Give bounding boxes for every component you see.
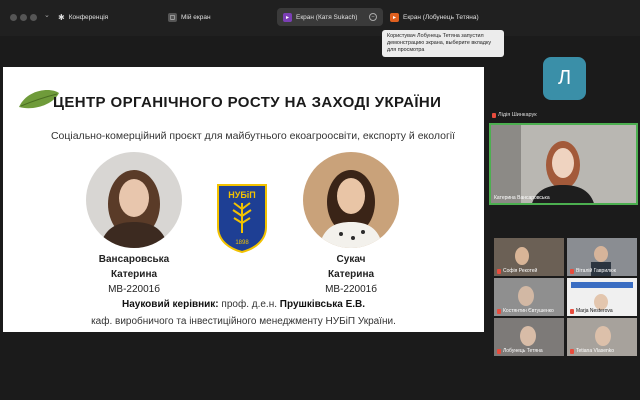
department-line: каф. виробничого та інвестиційного менед… [91,316,396,327]
participant-label: Костянтин Євтушенко [497,308,554,314]
screen-share-icon: ▸ [390,12,399,22]
logo-year: 1898 [235,240,249,246]
student-2-group: МВ-22001б [325,284,377,295]
my-screen-label: Мій екран [181,13,211,21]
student-2-surname: Сукач [336,254,366,265]
supervisor-degree: проф. д.е.н. [221,299,277,310]
conference-label: Конференція [68,13,109,21]
participant-label: Marja Nesterova [570,308,613,314]
screen-tab-lobunets[interactable]: ▸ Екран (Лобунець Тетяна) [390,8,479,26]
student-1-info: Вансаровська Катерина МВ-22001б [76,252,192,297]
window-titlebar: ⌄ ✱ Конференція ▢ Мій екран ▸ Екран (Кат… [0,0,640,36]
speaker-video-tile[interactable]: Катерина Вансаровська [489,123,638,205]
supervisor-label: Науковий керівник: [121,299,219,310]
speaker-video-image [491,125,636,203]
student-photo-1 [86,152,182,248]
my-screen-tab[interactable]: ▢ Мій екран [168,8,211,26]
participant-name: Віталій Гаврилюк [576,268,616,274]
participant-tile[interactable]: Marja Nesterova [567,278,637,316]
mic-muted-icon [497,348,501,354]
student-1-group: МВ-22001б [108,284,160,295]
mic-muted-icon [497,308,501,314]
student-2-info: Сукач Катерина МВ-22001б [293,252,409,297]
supervisor-line: Науковий керівник: проф. д.е.н. Прушківс… [3,299,484,310]
conference-tab[interactable]: ✱ Конференція [58,8,108,26]
paw-icon: ✱ [58,12,65,22]
close-tab-icon[interactable]: – [369,13,377,21]
participant-name: Marja Nesterova [576,308,613,314]
mic-muted-icon [492,112,496,118]
participant-name: Костянтин Євтушенко [503,308,554,314]
participant-tile[interactable]: Софія Рекотей [494,238,564,276]
screen-tab-sukach[interactable]: ▸ Екран (Катя Sukach) – [277,8,383,26]
tooltip-text: Користувач Лобунець Тетяна запустил демо… [387,33,492,53]
participant-tile[interactable]: Лобунець Тетяна [494,318,564,356]
nubip-logo: НУБіП 1898 [217,184,267,253]
logo-text: НУБіП [228,190,256,200]
screen-tab-lobunets-label: Екран (Лобунець Тетяна) [403,13,479,21]
participant-name: Лобунець Тетяна [503,348,543,354]
participant-name: Софія Рекотей [503,268,538,274]
screen-icon: ▢ [168,12,177,22]
student-2-name: Катерина [327,269,375,280]
participant-label: Tetiana Vlasenko [570,348,614,354]
shared-slide: ЦЕНТР ОРГАНІЧНОГО РОСТУ НА ЗАХОДІ УКРАЇН… [3,67,484,332]
slide-subtitle: Соціально-комерційний проєкт для майбутн… [50,130,456,142]
student-1-name: Катерина [110,269,158,280]
mic-muted-icon [497,268,501,274]
mic-muted-icon [570,308,574,314]
maximize-window-button[interactable] [30,14,37,21]
chevron-down-icon[interactable]: ⌄ [44,11,50,19]
participant-label: Софія Рекотей [497,268,537,274]
participant-tile[interactable]: Костянтин Євтушенко [494,278,564,316]
mic-muted-icon [570,348,574,354]
mic-muted-icon [570,268,574,274]
minimize-window-button[interactable] [20,14,27,21]
supervisor-name: Прушківська Е.В. [279,299,366,310]
student-photo-2 [303,152,399,248]
participant-tile[interactable]: Tetiana Vlasenko [567,318,637,356]
student-1-surname: Вансаровська [98,254,170,265]
participant-tile[interactable]: Віталій Гаврилюк [567,238,637,276]
screen-share-icon: ▸ [283,12,292,22]
participant-avatar[interactable]: Л [543,57,586,100]
close-window-button[interactable] [10,14,17,21]
top-avatar-label: Лідія Шинкарук [498,112,537,118]
screen-tab-sukach-label: Екран (Катя Sukach) [296,13,358,21]
participant-label: Віталій Гаврилюк [570,268,616,274]
slide-title: ЦЕНТР ОРГАНІЧНОГО РОСТУ НА ЗАХОДІ УКРАЇН… [53,94,442,111]
top-avatar-name: Лідія Шинкарук [492,112,537,118]
screen-share-tooltip: Користувач Лобунець Тетяна запустил демо… [382,30,504,57]
participant-label: Лобунець Тетяна [497,348,543,354]
speaker-name: Катерина Вансаровська [494,195,550,201]
avatar-letter: Л [557,67,572,89]
speaker-name-label: Катерина Вансаровська [494,195,550,201]
participant-name: Tetiana Vlasenko [576,348,615,354]
